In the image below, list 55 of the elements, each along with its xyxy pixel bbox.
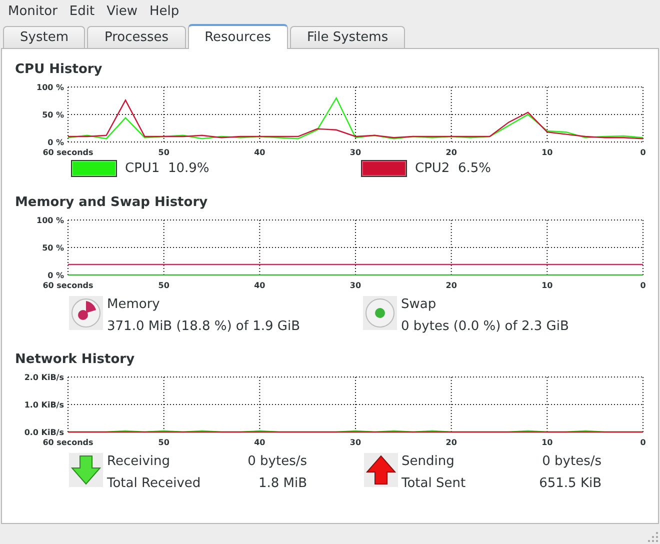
menu-item[interactable]: View xyxy=(100,4,144,18)
x-tick-label: 0 xyxy=(640,438,646,447)
y-tick-label: 0 % xyxy=(48,271,64,280)
x-tick-label: 10 xyxy=(542,148,553,157)
section-title: Network History xyxy=(15,352,136,369)
x-tick-label: 20 xyxy=(446,148,457,157)
network-label: Receiving xyxy=(107,453,172,471)
x-tick-label: 50 xyxy=(158,281,170,290)
resource-usage: 371.0 MiB (18.8 %) of 1.9 GiB xyxy=(107,318,300,336)
y-tick-label: 100 % xyxy=(36,216,64,225)
tab[interactable]: System xyxy=(3,26,86,48)
network-label: Sending xyxy=(402,453,456,471)
x-tick-label: 60 seconds xyxy=(42,148,94,157)
x-tick-label: 20 xyxy=(446,281,457,290)
x-tick-label: 30 xyxy=(350,438,362,447)
x-tick-label: 30 xyxy=(350,148,362,157)
y-tick-label: 2.0 KiB/s xyxy=(24,373,64,382)
legend-label: CPU2 6.5% xyxy=(415,160,491,176)
x-tick-label: 10 xyxy=(542,438,553,447)
network-label: Total Sent xyxy=(402,475,467,493)
y-tick-label: 1.0 KiB/s xyxy=(24,400,64,410)
resource-usage: 0 bytes (0.0 %) of 2.3 GiB xyxy=(401,318,569,336)
network-value: 651.5 KiB xyxy=(538,475,602,493)
x-tick-label: 10 xyxy=(542,281,553,290)
network-value: 0 bytes/s xyxy=(246,453,307,471)
y-tick-label: 100 % xyxy=(36,83,64,92)
x-tick-label: 30 xyxy=(350,281,362,290)
x-tick-label: 50 xyxy=(158,148,170,157)
y-tick-label: 50 % xyxy=(42,244,64,252)
x-tick-label: 0 xyxy=(640,281,646,290)
legend-label: CPU1 10.9% xyxy=(125,160,210,176)
tab[interactable]: Resources xyxy=(188,24,288,49)
menu-item[interactable]: Help xyxy=(143,4,186,18)
x-tick-label: 50 xyxy=(158,438,170,447)
menu-item[interactable]: Edit xyxy=(63,4,101,18)
network-value: 0 bytes/s xyxy=(541,453,602,471)
tab[interactable]: Processes xyxy=(87,26,186,48)
x-tick-label: 60 seconds xyxy=(42,281,94,290)
x-tick-label: 40 xyxy=(254,438,266,447)
section-title: CPU History xyxy=(15,62,104,79)
x-tick-label: 40 xyxy=(254,281,266,290)
y-tick-label: 50 % xyxy=(42,110,64,120)
resource-label: Swap xyxy=(401,296,438,314)
menu-item[interactable]: Monitor xyxy=(2,4,64,18)
x-tick-label: 40 xyxy=(254,148,266,157)
y-tick-label: 0.0 KiB/s xyxy=(24,428,64,437)
network-label: Total Received xyxy=(107,475,202,493)
x-tick-label: 20 xyxy=(446,438,457,447)
x-tick-label: 60 seconds xyxy=(42,438,94,447)
y-tick-label: 0 % xyxy=(48,138,64,147)
tab[interactable]: File Systems xyxy=(290,26,406,48)
x-tick-label: 0 xyxy=(640,148,646,157)
section-title: Memory and Swap History xyxy=(15,195,209,212)
network-value: 1.8 MiB xyxy=(257,475,307,493)
resource-label: Memory xyxy=(107,296,161,314)
